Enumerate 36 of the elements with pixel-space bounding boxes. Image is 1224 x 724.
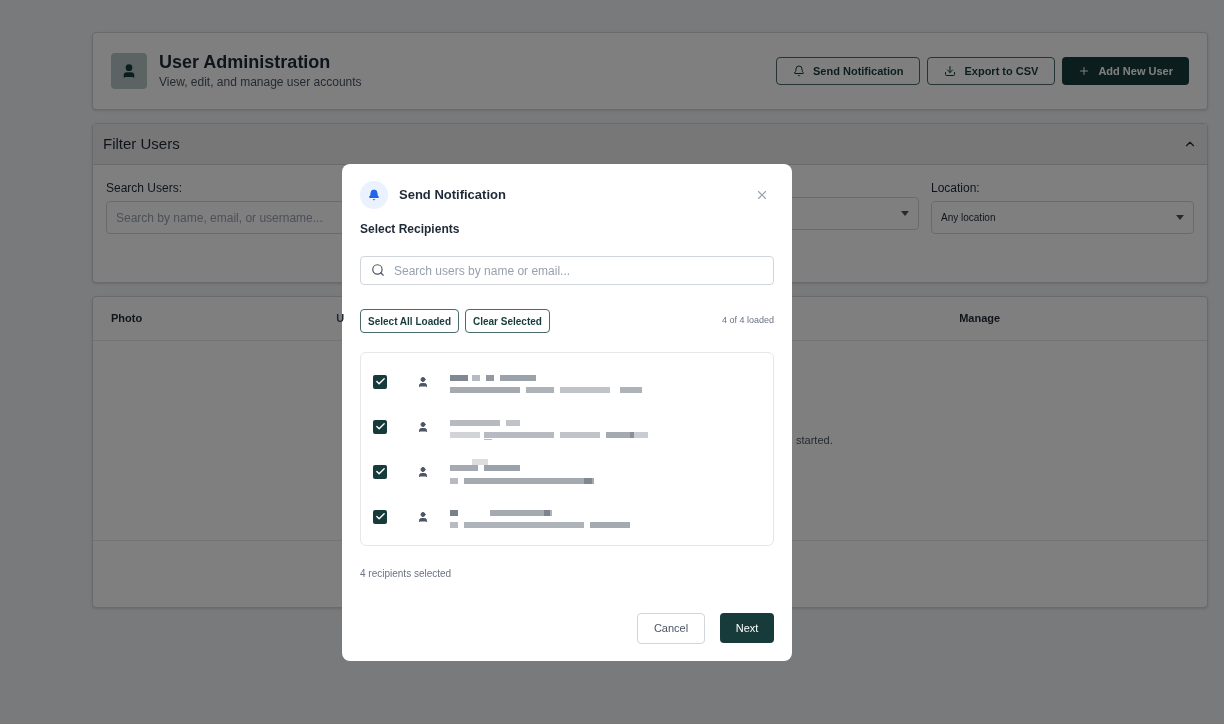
close-button[interactable]	[755, 188, 769, 202]
next-button[interactable]: Next	[720, 613, 774, 643]
plus-icon	[1078, 65, 1091, 77]
caret-icon	[1176, 215, 1184, 220]
selection-summary: 4 recipients selected	[360, 567, 453, 581]
header-button[interactable]: Add New User	[1062, 57, 1189, 85]
download-icon	[944, 65, 957, 77]
location-select[interactable]: Any location	[931, 201, 1194, 234]
person-icon	[417, 420, 429, 433]
person-icon	[417, 465, 429, 478]
checkbox[interactable]	[373, 419, 387, 434]
checkbox[interactable]	[373, 374, 387, 389]
checkbox[interactable]	[373, 509, 387, 524]
field-label: Search Users:	[106, 180, 184, 197]
cancel-button[interactable]: Cancel	[637, 613, 705, 644]
loaded-count: 4 of 4 loaded	[721, 314, 774, 328]
column-header: Photo	[111, 311, 143, 327]
action-button[interactable]: Clear Selected	[465, 309, 550, 333]
search-icon	[371, 263, 385, 277]
recipient-search-field[interactable]: Search users by name or email...	[360, 256, 774, 285]
empty-message: started.	[796, 433, 833, 449]
header-button[interactable]: Send Notification	[776, 57, 921, 85]
action-button[interactable]: Select All Loaded	[360, 309, 459, 333]
column-header: Manage	[959, 311, 1001, 327]
field-label: Location:	[931, 180, 981, 197]
person-icon	[417, 510, 429, 523]
page-title: User Administration	[159, 51, 332, 73]
checkbox[interactable]	[373, 464, 387, 479]
bell-icon	[360, 181, 388, 209]
bell-icon	[793, 65, 805, 77]
person-icon	[417, 375, 429, 388]
page-subtitle: View, edit, and manage user accounts	[159, 74, 362, 91]
caret-icon	[901, 211, 909, 216]
user-icon	[111, 53, 147, 89]
header-button[interactable]: Export to CSV	[927, 57, 1056, 85]
filter-header[interactable]: Filter Users	[93, 124, 1207, 165]
